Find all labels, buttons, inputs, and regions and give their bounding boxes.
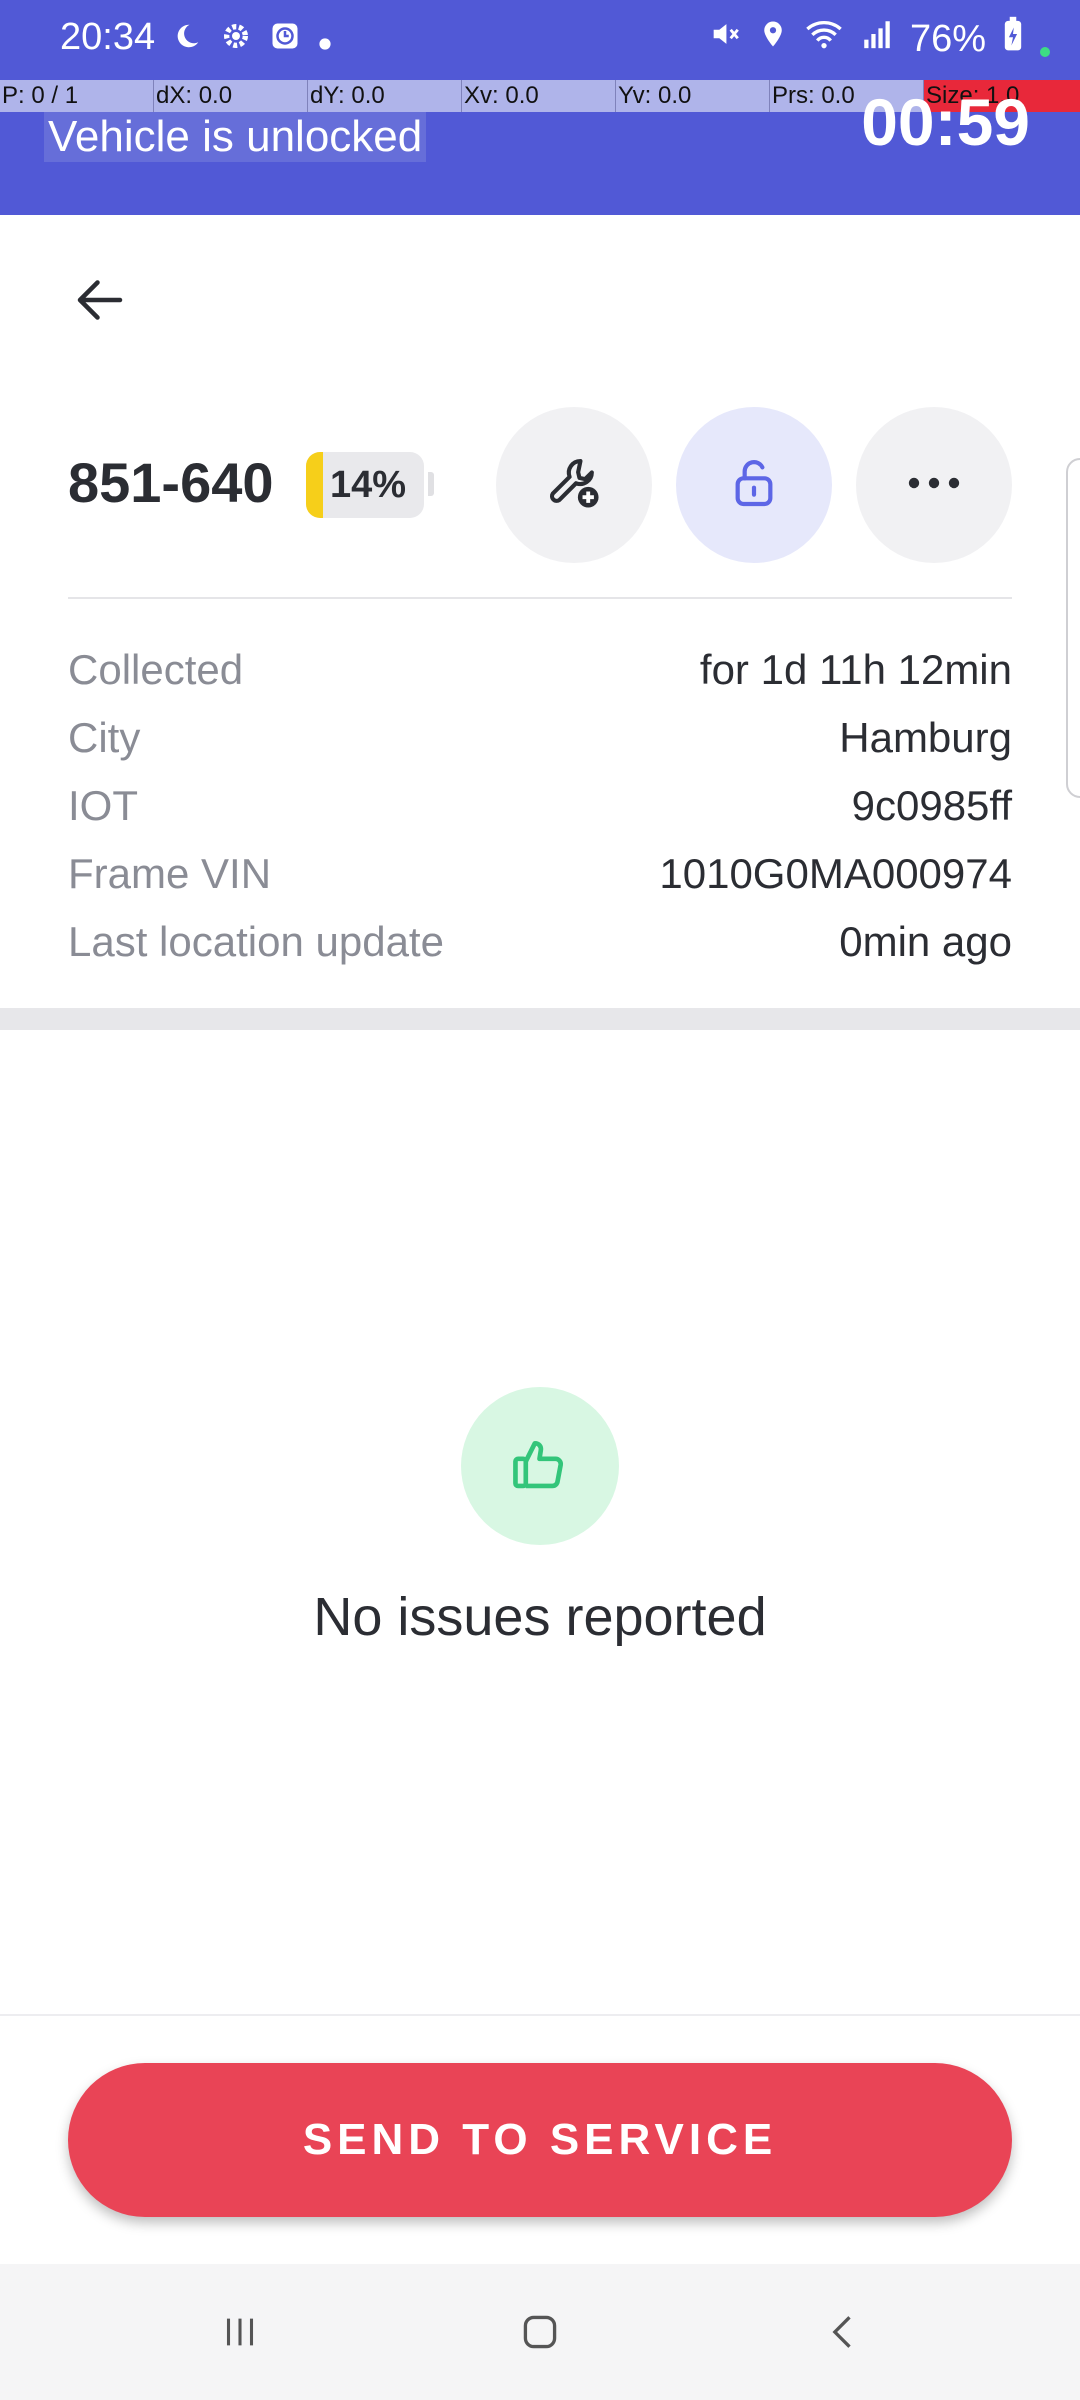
unlock-button[interactable] [676, 407, 832, 563]
unlock-icon [726, 455, 782, 516]
dot-icon [318, 22, 332, 59]
status-bar: 20:34 76% [0, 0, 1080, 80]
location-icon [758, 17, 788, 61]
info-label: Last location update [68, 918, 444, 965]
recent-apps-button[interactable] [190, 2294, 290, 2374]
info-row-iot: IOT 9c0985ff [68, 776, 1012, 836]
no-issues-text: No issues reported [313, 1587, 767, 1647]
footer-divider [0, 2014, 1080, 2016]
battery-label: 14% [329, 464, 407, 506]
thumbs-up-icon [509, 1433, 571, 1500]
info-value: 9c0985ff [851, 782, 1012, 829]
info-label: Frame VIN [68, 850, 272, 897]
debug-pointer-count: P: 0 / 1 [0, 80, 154, 112]
side-panel-edge[interactable] [1066, 458, 1080, 798]
moon-icon [172, 21, 202, 59]
info-row-collected: Collected for 1d 11h 12min [68, 640, 1012, 700]
gear-icon [220, 20, 252, 60]
privacy-indicator-icon [1040, 47, 1050, 57]
back-button[interactable] [60, 262, 140, 342]
wrench-plus-icon [543, 452, 605, 519]
info-row-frame-vin: Frame VIN 1010G0MA000974 [68, 844, 1012, 904]
debug-dy: dY: 0.0 [308, 80, 462, 112]
arrow-left-icon [70, 270, 130, 335]
info-label: Collected [68, 646, 244, 693]
section-separator [0, 1008, 1080, 1030]
signal-icon [860, 17, 894, 61]
info-value: for 1d 11h 12min [699, 646, 1012, 693]
mute-icon [708, 17, 742, 61]
battery-terminal [428, 472, 434, 496]
status-time: 20:34 [60, 16, 156, 58]
recent-apps-icon [217, 2309, 263, 2360]
status-icons-left [172, 20, 332, 60]
info-value: Hamburg [839, 714, 1012, 761]
more-icon [908, 476, 960, 495]
info-label: City [68, 714, 141, 761]
vehicle-id: 851-640 [68, 451, 274, 514]
unlock-timer: 00:59 [861, 85, 1030, 159]
debug-yv: Yv: 0.0 [616, 80, 770, 112]
info-value: 0min ago [839, 918, 1012, 965]
battery-badge: 14% [306, 452, 424, 518]
debug-dx: dX: 0.0 [154, 80, 308, 112]
debug-xv: Xv: 0.0 [462, 80, 616, 112]
info-label: IOT [68, 782, 138, 829]
info-row-city: City Hamburg [68, 708, 1012, 768]
chevron-left-icon [822, 2310, 866, 2359]
clock-icon [270, 21, 300, 59]
send-to-service-button[interactable]: SEND TO SERVICE [68, 2063, 1012, 2217]
wifi-icon [804, 17, 844, 61]
info-value: 1010G0MA000974 [659, 850, 1012, 897]
header-divider [68, 597, 1012, 599]
status-icons-right: 76% [708, 16, 1050, 62]
add-maintenance-button[interactable] [496, 407, 652, 563]
system-back-button[interactable] [794, 2294, 894, 2374]
unlock-status-message: Vehicle is unlocked [44, 112, 427, 162]
battery-percent: 76% [909, 17, 986, 60]
info-row-last-location-update: Last location update 0min ago [68, 912, 1012, 972]
home-button[interactable] [490, 2294, 590, 2374]
battery-icon [1002, 16, 1024, 62]
more-options-button[interactable] [856, 407, 1012, 563]
home-icon [515, 2307, 565, 2362]
no-issues-badge [461, 1387, 619, 1545]
